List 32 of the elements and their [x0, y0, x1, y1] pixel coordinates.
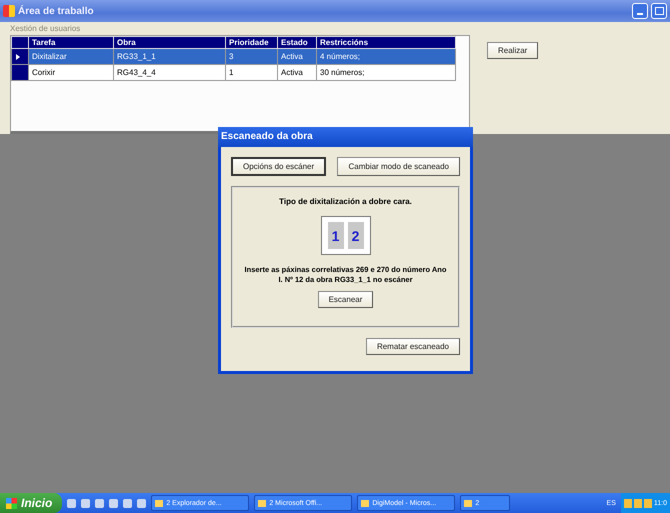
table-cell: Activa — [278, 64, 316, 80]
table-cell: Dixitalizar — [28, 48, 114, 64]
column-header[interactable]: Restriccións — [316, 36, 456, 48]
start-button[interactable]: Inicio — [0, 493, 62, 513]
table-row[interactable]: Dixitalizar RG33_1_1 3 Activa 4 números; — [12, 48, 456, 64]
table-cell: RG43_4_4 — [114, 64, 226, 80]
scan-type-heading: Tipo de dixitalización a dobre cara. — [279, 197, 412, 206]
table-cell: 3 — [226, 48, 278, 64]
table-cell: 1 — [226, 64, 278, 80]
windows-flag-icon — [6, 498, 17, 508]
column-header[interactable]: Tarefa — [28, 36, 114, 48]
double-page-drawing: 1 2 — [320, 216, 370, 255]
current-row-icon — [16, 54, 20, 60]
realizar-button[interactable]: Realizar — [487, 42, 538, 59]
table-cell: 4 números; — [316, 48, 456, 64]
window-title: Área de traballo — [18, 6, 94, 16]
column-header[interactable]: Estado — [278, 36, 316, 48]
table-row[interactable]: Corixir RG43_4_4 1 Activa 30 números; — [12, 64, 456, 80]
table-cell: 30 números; — [316, 64, 456, 80]
dialog-button[interactable]: Opcións do escáner — [231, 157, 326, 176]
table-cell: Corixir — [28, 64, 114, 80]
dialog-button[interactable]: Cambiar modo de scaneado — [337, 157, 460, 176]
finish-scan-button[interactable]: Rematar escaneado — [366, 338, 460, 355]
table-cell: RG33_1_1 — [114, 48, 226, 64]
column-header[interactable]: Prioridade — [226, 36, 278, 48]
table-cell: Activa — [278, 48, 316, 64]
scan-button[interactable]: Escanear — [318, 290, 374, 308]
dialog-title: Escaneado da obra — [218, 127, 473, 147]
app-icon — [3, 5, 15, 17]
column-header[interactable]: Obra — [114, 36, 226, 48]
restore-button[interactable] — [651, 3, 667, 19]
minimize-button[interactable] — [632, 3, 648, 19]
